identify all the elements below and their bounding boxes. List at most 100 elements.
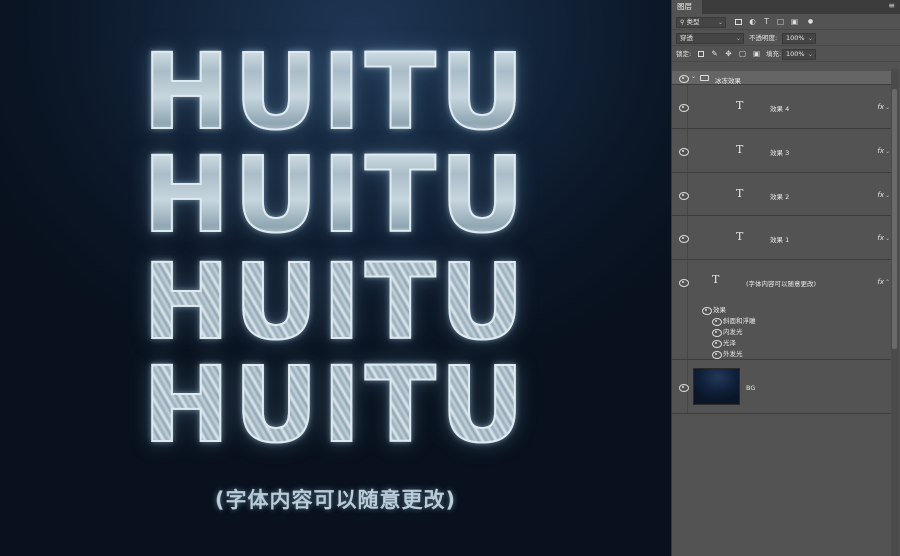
fx-label: fx	[877, 191, 884, 199]
layer-item-with-effects[interactable]: T (字体内容可以随意更改) fx⌃ 效果 斜面和浮雕 内发光 光泽 外发光	[672, 260, 892, 360]
canvas-caption: (字体内容可以随意更改)	[214, 488, 457, 512]
type-layer-icon: T	[712, 273, 720, 286]
fx-icon[interactable]: fx⌄	[877, 103, 890, 111]
visibility-eye-icon[interactable]	[712, 340, 722, 348]
layer-thumbnail	[693, 368, 740, 405]
opacity-field[interactable]: 100% ⌄	[782, 33, 816, 44]
chevron-down-icon: ⌄	[884, 104, 890, 111]
chevron-down-icon: ⌄	[735, 35, 741, 42]
fx-label: fx	[877, 234, 884, 242]
layer-item[interactable]: T 效果 2 fx⌄	[672, 173, 892, 216]
opacity-value: 100%	[786, 34, 805, 42]
layer-name: (字体内容可以随意更改)	[746, 280, 817, 288]
layer-name: BG	[746, 384, 756, 392]
fx-icon[interactable]: fx⌄	[877, 234, 890, 242]
document-canvas[interactable]: HUITU HUITU HUITU HUITU (字体内容可以随意更改)	[0, 0, 671, 556]
chevron-down-icon: ⌄	[884, 192, 890, 199]
fx-icon[interactable]: fx⌃	[877, 278, 890, 286]
search-icon: ⚲	[680, 19, 685, 26]
effect-item[interactable]: 斜面和浮雕	[712, 315, 756, 326]
effect-item[interactable]: 光泽	[712, 337, 736, 348]
layer-name: 效果 4	[770, 105, 790, 113]
visibility-eye-icon[interactable]	[679, 75, 689, 83]
visibility-eye-icon[interactable]	[679, 235, 689, 243]
fill-label: 填充:	[766, 50, 782, 58]
visibility-eye-icon[interactable]	[712, 351, 722, 359]
layer-item[interactable]: T 效果 4 fx⌄	[672, 85, 892, 129]
shape-filter-icon[interactable]: □	[776, 17, 785, 27]
group-name: 冰冻效果	[715, 77, 741, 85]
visibility-eye-icon[interactable]	[679, 104, 689, 112]
panel-menu-icon[interactable]: ≡	[888, 2, 895, 10]
effects-header-label: 效果	[713, 306, 726, 314]
chevron-down-icon: ⌄	[807, 35, 813, 42]
layer-group[interactable]: ⌄ 冰冻效果	[672, 71, 892, 85]
fx-icon[interactable]: fx⌄	[877, 147, 890, 155]
adjustment-filter-icon[interactable]: ◐	[748, 17, 757, 27]
type-layer-icon: T	[736, 143, 744, 156]
layer-filter-row: ⚲ 类型 ⌄ ◐ T □ ▣ ●	[672, 14, 900, 30]
effect-label: 斜面和浮雕	[723, 317, 756, 325]
layers-panel: 图层 ≡ ⚲ 类型 ⌄ ◐ T □ ▣ ● 穿透 ⌄ 不透明度: 100% ⌄ …	[671, 0, 900, 556]
fill-field[interactable]: 100% ⌄	[782, 49, 816, 60]
fx-icon[interactable]: fx⌄	[877, 191, 890, 199]
chevron-down-icon: ⌄	[884, 235, 890, 242]
chevron-down-icon[interactable]: ⌄	[691, 73, 696, 80]
layer-name: 效果 3	[770, 149, 790, 157]
opacity-label: 不透明度:	[749, 34, 778, 42]
chevron-down-icon: ⌄	[807, 51, 813, 58]
effect-label: 外发光	[723, 350, 743, 358]
visibility-eye-icon[interactable]	[679, 384, 689, 392]
fx-label: fx	[877, 147, 884, 155]
fx-label: fx	[877, 278, 884, 286]
scrollbar-thumb[interactable]	[892, 89, 897, 349]
fx-label: fx	[877, 103, 884, 111]
chevron-down-icon: ⌄	[717, 19, 723, 26]
lock-fill-row: 锁定: ✎ ✥ ▢ ▣ 填充: 100% ⌄	[672, 46, 900, 62]
layer-item[interactable]: T 效果 1 fx⌄	[672, 216, 892, 260]
type-layer-icon: T	[736, 187, 744, 200]
effect-item[interactable]: 内发光	[712, 326, 743, 337]
type-layer-icon: T	[736, 230, 744, 243]
layer-item[interactable]: T 效果 3 fx⌄	[672, 129, 892, 173]
effects-header[interactable]: 效果	[702, 304, 726, 315]
lock-paint-icon[interactable]: ✎	[710, 49, 719, 59]
chevron-up-icon: ⌃	[884, 279, 890, 286]
lock-all-icon[interactable]: ▣	[752, 49, 761, 59]
layers-list: ⌄ 冰冻效果 T 效果 4 fx⌄ T 效果 3 fx⌄ T 效果 2 fx⌄	[672, 69, 900, 556]
lock-position-icon[interactable]: ✥	[724, 49, 733, 59]
blend-mode-value: 穿透	[680, 34, 693, 42]
fill-value: 100%	[786, 50, 805, 58]
layer-filter-label: 类型	[686, 18, 700, 26]
effect-label: 内发光	[723, 328, 743, 336]
blend-mode-dropdown[interactable]: 穿透 ⌄	[676, 33, 744, 44]
tab-layers[interactable]: 图层	[672, 0, 702, 14]
folder-icon	[700, 75, 709, 81]
visibility-eye-icon[interactable]	[679, 148, 689, 156]
ice-text-row-1: HUITU	[0, 39, 671, 145]
lock-pixels-icon[interactable]	[696, 49, 705, 59]
lock-artboard-icon[interactable]: ▢	[738, 49, 747, 59]
ice-text-row-4: HUITU	[0, 352, 671, 458]
background-layer[interactable]: BG	[672, 360, 892, 414]
visibility-eye-icon[interactable]	[679, 279, 689, 287]
layers-scrollbar[interactable]	[891, 69, 899, 556]
chevron-down-icon: ⌄	[884, 148, 890, 155]
image-filter-icon[interactable]	[734, 17, 743, 27]
effect-item[interactable]: 外发光	[712, 348, 743, 359]
visibility-eye-icon[interactable]	[712, 318, 722, 326]
type-filter-icon[interactable]: T	[762, 17, 771, 27]
type-layer-icon: T	[736, 99, 744, 112]
lock-label: 锁定:	[676, 50, 692, 58]
layer-name: 效果 1	[770, 236, 790, 244]
visibility-column	[672, 260, 688, 359]
layer-name: 效果 2	[770, 193, 790, 201]
layer-filter-dropdown[interactable]: ⚲ 类型 ⌄	[676, 17, 726, 28]
visibility-eye-icon[interactable]	[702, 307, 712, 315]
smart-object-filter-icon[interactable]: ▣	[790, 17, 799, 27]
filter-toggle-icon[interactable]: ●	[806, 17, 815, 27]
visibility-eye-icon[interactable]	[712, 329, 722, 337]
blend-opacity-row: 穿透 ⌄ 不透明度: 100% ⌄	[672, 30, 900, 46]
visibility-eye-icon[interactable]	[679, 192, 689, 200]
panel-tab-bar: 图层 ≡	[672, 0, 900, 14]
